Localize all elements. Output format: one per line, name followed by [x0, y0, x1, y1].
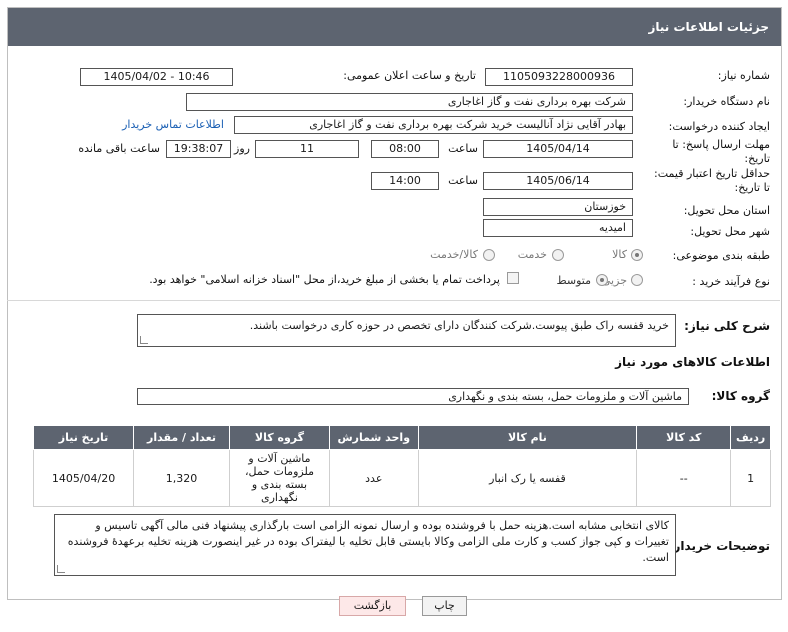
resize-handle-icon[interactable] [57, 565, 65, 573]
goods-table-header: ردیف کد کالا نام کالا واحد شمارش گروه کا… [32, 425, 771, 450]
city-label: شهر محل تحویل: [690, 225, 770, 238]
goods-group-label: گروه کالا: [711, 389, 770, 403]
cell-code: -- [636, 449, 732, 507]
cell-name: قفسه یا رک انبار [417, 449, 638, 507]
price-validity-date: 1405/06/14 [483, 172, 633, 190]
category-option-goods-service: کالا/خدمت [430, 248, 478, 261]
page-title-text: جزئیات اطلاعات نیاز [648, 20, 769, 34]
requester-field: بهادر آقایی نژاد آنالیست خرید شرکت بهره … [234, 116, 633, 134]
goods-group-field: ماشین آلات و ملزومات حمل، بسته بندی و نگ… [137, 388, 689, 405]
col-date: تاریخ نیاز [32, 425, 135, 450]
col-unit: واحد شمارش [328, 425, 419, 450]
price-validity-time: 14:00 [371, 172, 439, 190]
buyer-org-field: شرکت بهره برداری نفت و گاز اغاجاری [186, 93, 633, 111]
cell-row: 1 [730, 449, 771, 507]
payment-treasury-checkbox[interactable] [507, 272, 519, 284]
col-row: ردیف [730, 425, 771, 450]
cell-unit: عدد [328, 449, 419, 507]
category-radio-goods-service[interactable] [483, 249, 495, 261]
goods-table: ردیف کد کالا نام کالا واحد شمارش گروه کا… [32, 425, 771, 507]
announce-datetime-field: 1405/04/02 - 10:46 [80, 68, 233, 86]
process-radio-medium[interactable] [596, 274, 608, 286]
buyer-notes-text: کالای انتخابی مشابه است.هزینه حمل با فرو… [67, 519, 669, 564]
province-field: خوزستان [483, 198, 633, 216]
price-validity-time-label: ساعت [448, 174, 478, 187]
process-label: نوع فرآیند خرید : [692, 275, 770, 288]
description-label: شرح کلی نیاز: [684, 319, 770, 333]
category-radio-goods[interactable] [631, 249, 643, 261]
col-code: کد کالا [636, 425, 732, 450]
col-name: نام کالا [417, 425, 638, 450]
col-group: گروه کالا [228, 425, 330, 450]
print-button[interactable]: چاپ [422, 596, 467, 616]
buyer-notes-label: توضیحات خریدار: [668, 539, 770, 553]
province-label: استان محل تحویل: [683, 204, 770, 217]
requester-label: ایجاد کننده درخواست: [668, 120, 770, 133]
need-number-label: شماره نیاز: [717, 69, 770, 82]
reply-deadline-label: مهلت ارسال پاسخ: تا تاریخ: [672, 138, 770, 165]
cell-qty: 1,320 [133, 449, 230, 507]
category-option-goods: کالا [612, 248, 627, 261]
reply-deadline-time-label: ساعت [448, 142, 478, 155]
buyer-contact-link[interactable]: اطلاعات تماس خریدار [122, 118, 224, 131]
goods-section-title: اطلاعات کالاهای مورد نیاز [615, 355, 770, 369]
reply-deadline-time: 08:00 [371, 140, 439, 158]
need-number-field: 1105093228000936 [485, 68, 633, 86]
back-button[interactable]: بازگشت [339, 596, 406, 616]
reply-deadline-date: 1405/04/14 [483, 140, 633, 158]
category-radio-service[interactable] [552, 249, 564, 261]
remaining-time-field: 19:38:07 [166, 140, 231, 158]
description-textarea[interactable]: خرید قفسه راک طبق پیوست.شرکت کنندگان دار… [137, 314, 676, 347]
col-qty: تعداد / مقدار [133, 425, 230, 450]
divider [7, 300, 780, 301]
buyer-notes-textarea[interactable]: کالای انتخابی مشابه است.هزینه حمل با فرو… [54, 514, 676, 576]
category-option-service: خدمت [517, 248, 547, 261]
remaining-time-label: ساعت باقی مانده [78, 142, 160, 155]
payment-treasury-note: پرداخت تمام یا بخشی از مبلغ خرید،از محل … [149, 273, 500, 286]
reply-deadline-days: 11 [255, 140, 359, 158]
description-text: خرید قفسه راک طبق پیوست.شرکت کنندگان دار… [249, 319, 669, 332]
cell-date: 1405/04/20 [32, 449, 135, 507]
buyer-org-label: نام دستگاه خریدار: [683, 95, 770, 108]
process-option-medium: متوسط [556, 274, 591, 287]
city-field: امیدیه [483, 219, 633, 237]
table-row: 1 -- قفسه یا رک انبار عدد ماشین آلات و م… [32, 449, 771, 507]
category-label: طبقه بندی موضوعی: [672, 249, 770, 262]
price-validity-label: حداقل تاریخ اعتبار قیمت: تا تاریخ: [654, 167, 770, 194]
announce-datetime-label: تاریخ و ساعت اعلان عمومی: [343, 69, 476, 82]
resize-handle-icon[interactable] [140, 336, 148, 344]
page-title: جزئیات اطلاعات نیاز [8, 8, 781, 46]
cell-group: ماشین آلات و ملزومات حمل، بسته بندی و نگ… [228, 449, 330, 507]
process-radio-minor[interactable] [631, 274, 643, 286]
